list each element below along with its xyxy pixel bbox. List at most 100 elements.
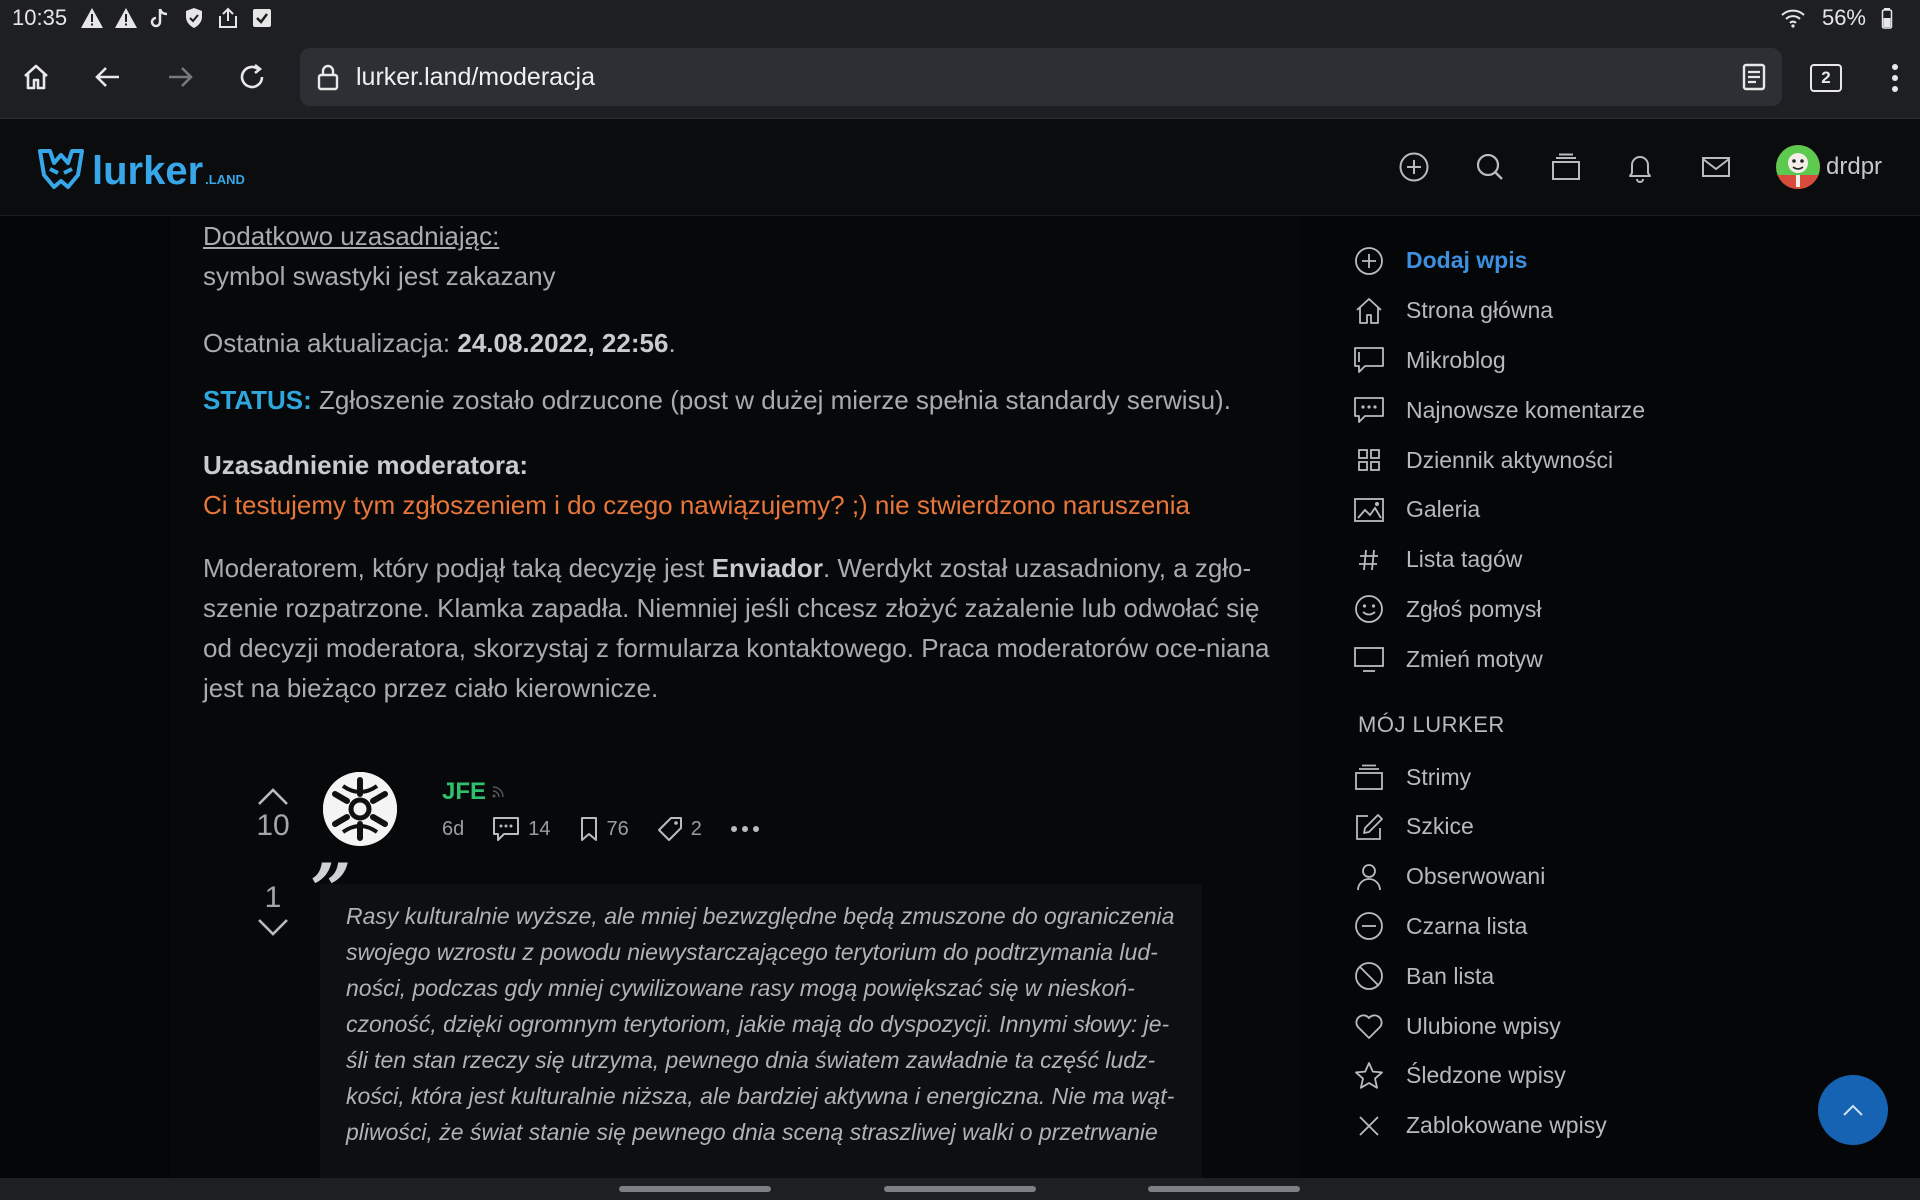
share-icon [215,5,241,31]
sidebar-item-drafts[interactable]: Szkice [1350,802,1870,852]
status-label: STATUS: [203,385,312,415]
search-icon [1476,153,1503,180]
url-text[interactable]: lurker.land/moderacja [356,63,595,92]
reader-mode-button[interactable] [1742,63,1766,91]
extra-justification-label: Dodatkowo uzasadniając: [203,221,500,251]
image-icon [1354,497,1384,522]
home-icon [1356,297,1382,324]
logo-text: lurker [92,149,204,193]
tab-switcher-button[interactable]: 2 [1810,64,1842,92]
sidebar-item-change-theme[interactable]: Zmień motyw [1350,634,1870,684]
heart-icon [1355,1014,1383,1039]
verdict-paragraph: Moderatorem, który podjął taką decyzję j… [203,553,1270,703]
battery-percent: 56% [1821,5,1866,30]
upvote-count: 10 [256,809,290,842]
chevron-up-icon [1843,1104,1863,1116]
sidebar-item-blacklist[interactable]: Czarna lista [1350,902,1870,952]
forward-button[interactable] [144,41,216,113]
upvote-button[interactable] [243,772,303,806]
comments-button[interactable]: 14 [492,816,551,842]
sidebar-item-ban-list[interactable]: Ban lista [1350,951,1870,1001]
avatar [1776,145,1820,189]
reload-button[interactable] [216,41,288,113]
nav-handle[interactable] [619,1186,771,1192]
streams-button[interactable] [1548,149,1584,185]
sidebar-item-tag-list[interactable]: Lista tagów [1350,535,1870,585]
more-vertical-icon [1892,64,1898,92]
sidebar-item-activity-log[interactable]: Dziennik aktywności [1350,435,1870,485]
rss-icon [492,786,504,798]
moderation-report: Dodatkowo uzasadniając: symbol swastyki … [203,216,1273,737]
battery-icon [1874,5,1900,31]
site-logo[interactable]: lurker .LAND [36,147,245,191]
user-icon [1357,863,1381,890]
author-name[interactable]: JFE [442,778,486,806]
address-bar[interactable]: lurker.land/moderacja [300,48,1782,106]
home-icon [24,64,48,90]
sidebar-item-home[interactable]: Strona główna [1350,286,1870,336]
logo-suffix: .LAND [205,172,245,187]
plus-circle-icon [1355,246,1383,275]
nav-handle[interactable] [1148,1186,1300,1192]
bookmarks-count: 76 [606,817,629,840]
search-button[interactable] [1472,149,1508,185]
browser-menu-button[interactable] [1880,56,1910,100]
post-card: 10 1 JFE 6d 14 76 2 Rasy kulturalnie wyż… [170,772,1270,1178]
messages-button[interactable] [1698,149,1734,185]
minus-circle-icon [1355,912,1383,941]
username: drdpr [1826,153,1883,180]
my-lurker-heading: MÓJ LURKER [1358,712,1505,738]
warning-icon [113,5,139,31]
chevron-up-icon [258,788,288,805]
back-button[interactable] [72,41,144,113]
sidebar-item-gallery[interactable]: Galeria [1350,485,1870,535]
downvote-button[interactable] [243,918,303,942]
warning-icon [79,5,105,31]
mail-icon [1702,157,1730,177]
x-icon [1359,1116,1379,1136]
author-avatar[interactable] [323,772,397,846]
comment-dots-icon [1354,397,1384,424]
sidebar-item-favorites[interactable]: Ulubione wpisy [1350,1001,1870,1051]
report-status: STATUS: Zgłoszenie zostało odrzucone (po… [203,380,1273,420]
vote-column: 10 1 [243,772,303,942]
more-horizontal-icon [730,826,759,832]
quote-mark-icon: ” [310,847,352,932]
downvote-count: 1 [264,881,282,914]
reload-icon [240,63,264,89]
sidebar-item-followed[interactable]: Obserwowani [1350,852,1870,902]
post-age: 6d [442,817,465,840]
site-header: lurker .LAND drdpr [0,118,1920,216]
layers-icon [1355,764,1383,790]
post-more-button[interactable] [730,825,760,833]
grid-icon [1358,449,1380,471]
moderator-reason-label: Uzasadnienie moderatora: [203,450,529,480]
sidebar-item-streams[interactable]: Strimy [1350,752,1870,802]
status-text: Zgłoszenie zostało odrzucone (post w duż… [311,385,1231,415]
notifications-button[interactable] [1622,149,1658,185]
last-update: Ostatnia aktualizacja: 24.08.2022, 22:56… [203,328,676,358]
hash-icon [1359,549,1378,570]
lurker-logo-icon [38,149,84,189]
tag-icon [657,817,682,841]
sidebar-item-microblog[interactable]: Mikroblog [1350,336,1870,386]
shield-icon [181,5,207,31]
user-menu[interactable]: drdpr [1776,145,1882,189]
sidebar-item-add-post[interactable]: Dodaj wpis [1350,236,1870,286]
sidebar: Dodaj wpis Strona główna Mikroblog Najno… [1350,236,1870,1151]
home-button[interactable] [0,41,72,113]
system-status-bar: 10:35 56% [0,0,1920,36]
moderator-name[interactable]: Enviador [712,553,823,583]
comments-count: 14 [528,817,551,840]
tags-button[interactable]: 2 [657,816,702,842]
sidebar-item-latest-comments[interactable]: Najnowsze komentarze [1350,385,1870,435]
nav-handle[interactable] [884,1186,1036,1192]
tiktok-icon [147,5,173,31]
sidebar-item-blocked[interactable]: Zablokowane wpisy [1350,1101,1870,1151]
sidebar-item-tracked[interactable]: Śledzone wpisy [1350,1051,1870,1101]
scroll-to-top-button[interactable] [1818,1075,1888,1145]
sidebar-item-suggest-idea[interactable]: Zgłoś pomysł [1350,585,1870,635]
bookmark-button[interactable]: 76 [579,816,629,842]
add-post-button[interactable] [1396,149,1432,185]
extra-justification-text: symbol swastyki jest zakazany [203,261,556,291]
